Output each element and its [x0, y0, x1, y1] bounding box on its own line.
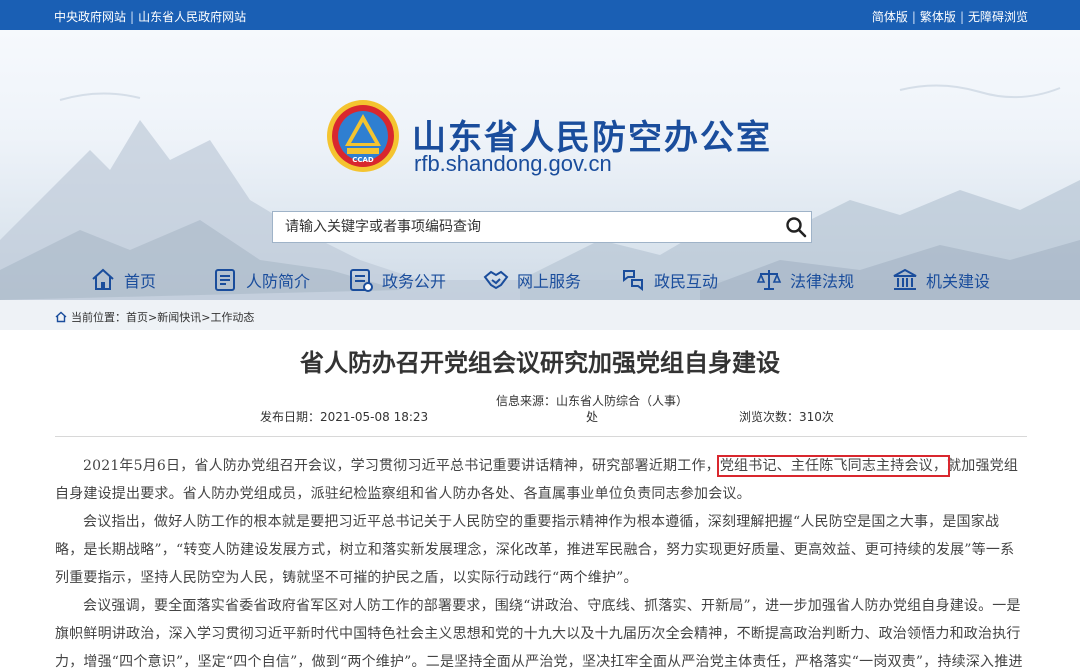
- nav-home[interactable]: 首页: [90, 262, 156, 298]
- interaction-icon: [623, 270, 643, 291]
- site-url: rfb.shandong.gov.cn: [414, 151, 612, 176]
- ccad-logo: CCAD: [327, 100, 399, 172]
- logo-text: CCAD: [352, 156, 374, 164]
- info-source: 信息来源：山东省人防综合（人事）处: [492, 393, 692, 425]
- paragraph-2: 会议指出，做好人防工作的根本就是要把习近平总书记关于人民防空的重要指示精神作为根…: [55, 514, 1015, 586]
- nav-label: 首页: [124, 272, 157, 291]
- article-body: 2021年5月6日，省人防办党组召开会议，学习贯彻习近平总书记重要讲话精神，研究…: [55, 452, 1027, 672]
- nav-laws[interactable]: 法律法规: [756, 262, 854, 298]
- search-box: [272, 211, 812, 243]
- date-value: 2021-05-08 18:23: [320, 410, 429, 424]
- date-label: 发布日期：: [260, 410, 321, 424]
- source-label: 信息来源：: [495, 394, 556, 408]
- central-gov-link[interactable]: 中央政府网站: [54, 10, 126, 24]
- highlight-box: 党组书记、主任陈飞同志主持会议，: [716, 455, 951, 477]
- building-icon: [893, 268, 917, 290]
- top-bar: 中央政府网站 | 山东省人民政府网站 简体版 | 繁体版 | 无障碍浏览: [0, 0, 1080, 30]
- breadcrumb-news[interactable]: 新闻快讯: [157, 309, 201, 325]
- breadcrumb-inner: 当前位置： 首页 > 新闻快讯 > 工作动态: [55, 309, 254, 325]
- handshake-icon: [483, 270, 509, 290]
- article-title: 省人防办召开党组会议研究加强党组自身建设: [300, 349, 780, 377]
- accessibility-link[interactable]: 无障碍浏览: [968, 10, 1028, 24]
- nav-label: 网上服务: [517, 272, 582, 291]
- view-count: 浏览次数：310次: [739, 408, 834, 425]
- home-icon: [55, 311, 67, 323]
- breadcrumb: 当前位置： 首页 > 新闻快讯 > 工作动态: [0, 300, 1080, 330]
- list-icon: [350, 269, 373, 292]
- divider: [55, 436, 1027, 437]
- publish-date: 发布日期：2021-05-08 18:23: [260, 408, 428, 425]
- nav-label: 政民互动: [654, 272, 719, 291]
- separator: |: [130, 10, 135, 24]
- nav-label: 机关建设: [926, 272, 991, 291]
- search-input[interactable]: [273, 212, 773, 242]
- paragraph-3: 会议强调，要全面落实省委省政府省军区对人防工作的部署要求，围绕“讲政治、守底线、…: [55, 598, 1023, 670]
- text-segment: 2021年5月6日，省人防办党组召开会议，学习贯彻习近平总书记重要讲话精神，研究…: [83, 458, 720, 474]
- shandong-gov-link[interactable]: 山东省人民政府网站: [138, 10, 246, 24]
- main-nav: 首页 人防简介 政务公开 网上服务 政民互动 法律法规 机关建设: [0, 262, 1080, 298]
- nav-online-service[interactable]: 网上服务: [483, 262, 581, 298]
- top-links-left: 中央政府网站 | 山东省人民政府网站: [54, 8, 246, 25]
- breadcrumb-separator: >: [148, 310, 158, 324]
- traditional-link[interactable]: 繁体版: [920, 10, 956, 24]
- views-value: 310次: [799, 410, 834, 424]
- source-value: 山东省人防综合（人事）处: [556, 394, 689, 424]
- breadcrumb-separator: >: [201, 310, 211, 324]
- breadcrumb-home[interactable]: 首页: [126, 309, 148, 325]
- paragraph-1: 2021年5月6日，省人防办党组召开会议，学习贯彻习近平总书记重要讲话精神，研究…: [55, 452, 1027, 508]
- nav-org-building[interactable]: 机关建设: [892, 262, 990, 298]
- search-icon[interactable]: [785, 216, 807, 238]
- nav-label: 政务公开: [382, 272, 447, 291]
- nav-gov-affairs[interactable]: 政务公开: [348, 262, 446, 298]
- nav-label: 法律法规: [790, 272, 855, 291]
- separator: |: [959, 10, 964, 24]
- document-icon: [215, 269, 235, 291]
- separator: |: [911, 10, 916, 24]
- simplified-link[interactable]: 简体版: [872, 10, 908, 24]
- scales-icon: [756, 270, 782, 290]
- header-banner: CCAD 山东省人民防空办公室 rfb.shandong.gov.cn: [0, 30, 1080, 300]
- views-label: 浏览次数：: [739, 410, 800, 424]
- top-links-right: 简体版 | 繁体版 | 无障碍浏览: [872, 8, 1028, 25]
- nav-label: 人防简介: [246, 272, 311, 291]
- breadcrumb-prefix: 当前位置：: [71, 311, 126, 324]
- nav-about[interactable]: 人防简介: [212, 262, 310, 298]
- breadcrumb-work[interactable]: 工作动态: [210, 309, 254, 325]
- home-icon: [92, 268, 114, 290]
- nav-interaction[interactable]: 政民互动: [620, 262, 718, 298]
